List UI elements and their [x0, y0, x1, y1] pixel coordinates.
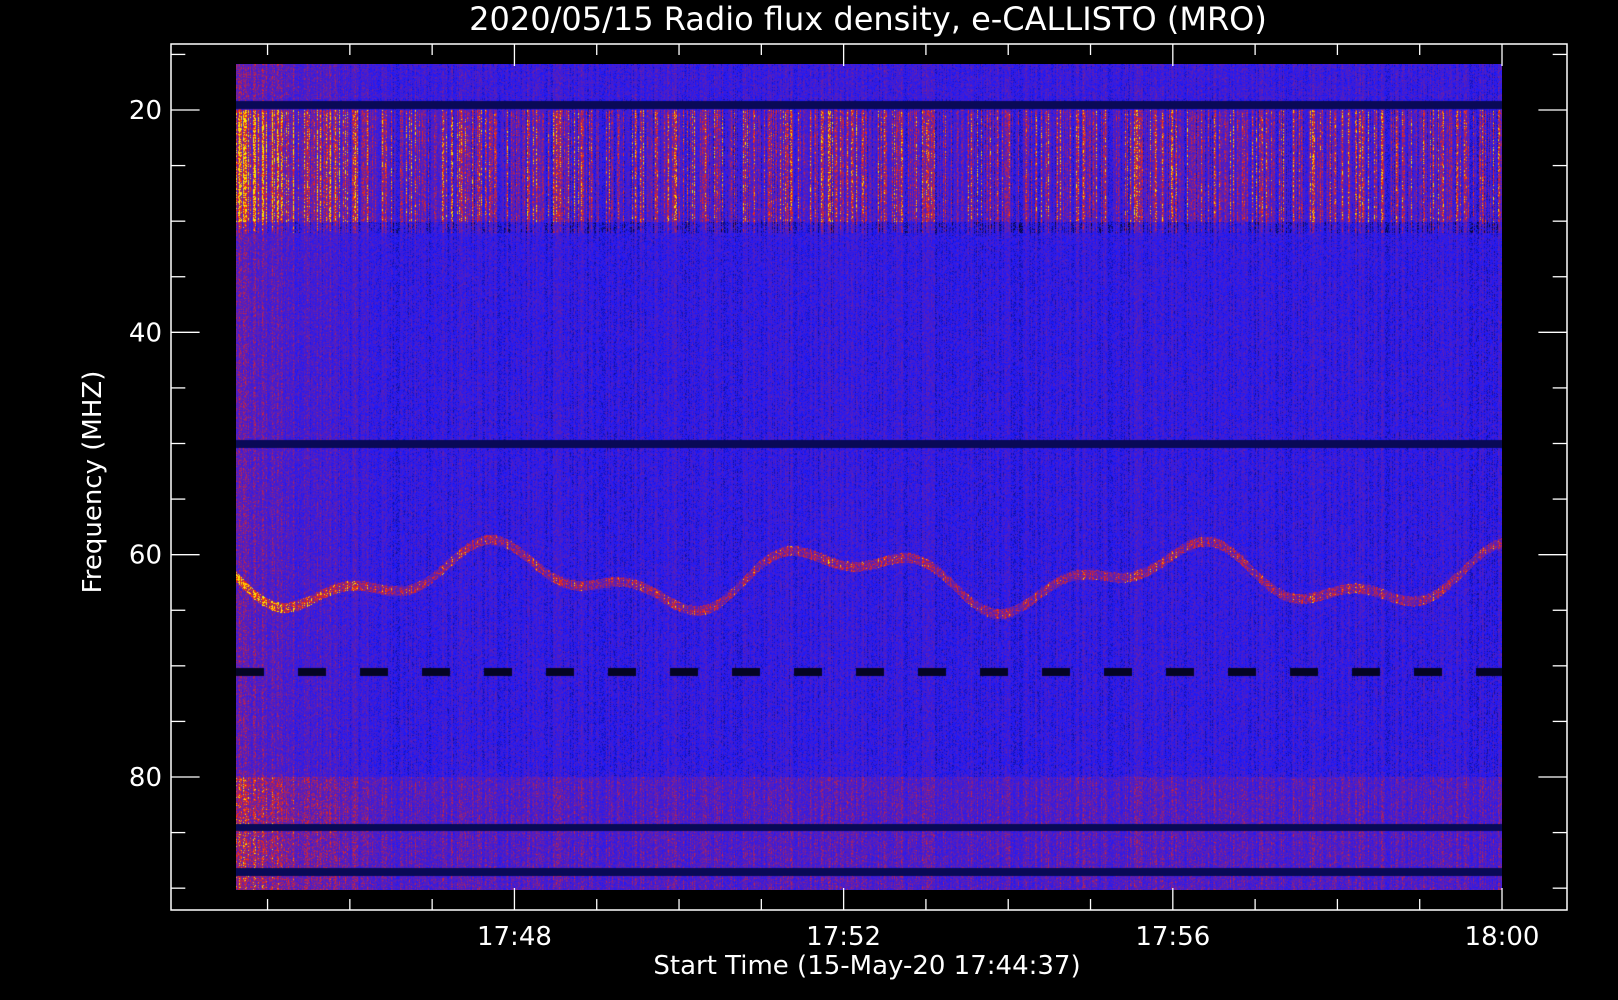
y-tick-label: 60 — [129, 541, 162, 571]
spectrogram-figure: 2020/05/15 Radio flux density, e-CALLIST… — [0, 0, 1618, 1000]
x-axis-label: Start Time (15-May-20 17:44:37) — [653, 951, 1080, 981]
chart-title: 2020/05/15 Radio flux density, e-CALLIST… — [469, 0, 1267, 38]
y-tick-label: 40 — [129, 318, 162, 348]
x-tick-label: 17:56 — [1135, 922, 1210, 952]
y-tick-label: 20 — [129, 96, 162, 126]
x-tick-label: 18:00 — [1465, 922, 1540, 952]
x-tick-label: 17:52 — [806, 922, 881, 952]
x-tick-label: 17:48 — [477, 922, 552, 952]
spectrogram-chart: 2020/05/15 Radio flux density, e-CALLIST… — [0, 0, 1618, 1000]
y-axis-label: Frequency (MHZ) — [78, 371, 108, 594]
spectrogram-heatmap — [236, 64, 1502, 890]
y-tick-label: 80 — [129, 763, 162, 793]
spectrogram-image — [236, 64, 1502, 890]
